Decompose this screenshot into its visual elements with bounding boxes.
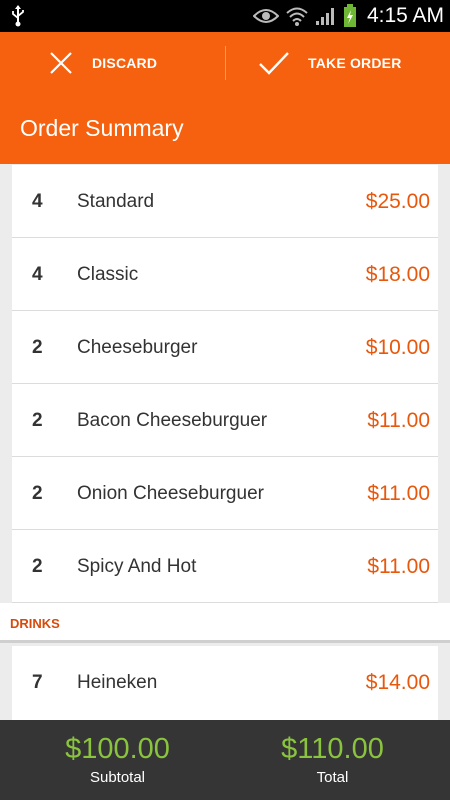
status-bar: 4:15 AM [0,0,450,32]
order-items-list: 4 Standard $25.00 4 Classic $18.00 2 Che… [12,165,438,603]
item-price: $14.00 [365,671,430,694]
total-label: Total [316,769,349,786]
item-price: $11.00 [367,409,430,432]
subtotal-block: $100.00 Subtotal [5,720,230,786]
item-price: $25.00 [365,190,430,213]
section-header-drinks: DRINKS [0,603,450,643]
checkmark-icon [259,52,289,75]
take-order-label: TAKE ORDER [308,55,402,71]
total-amount: $110.00 [281,733,384,765]
discard-button[interactable]: DISCARD [48,32,157,94]
list-item[interactable]: 2 Onion Cheeseburguer $11.00 [12,457,438,530]
eye-icon [252,9,279,23]
status-time: 4:15 AM [366,4,444,27]
item-name: Spicy And Hot [77,556,197,577]
section-header-label: DRINKS [10,616,60,631]
action-divider [225,46,226,80]
item-price: $11.00 [367,482,430,505]
item-quantity: 7 [32,672,43,693]
list-item[interactable]: 2 Bacon Cheeseburguer $11.00 [12,384,438,457]
item-name: Onion Cheeseburguer [77,483,264,504]
item-quantity: 2 [32,337,43,358]
page-title: Order Summary [20,115,184,141]
total-block: $110.00 Total [220,720,445,786]
close-icon [50,52,72,74]
list-item[interactable]: 4 Standard $25.00 [12,165,438,238]
list-item[interactable]: 7 Heineken $14.00 [12,646,438,719]
discard-label: DISCARD [92,55,158,71]
subtotal-label: Subtotal [89,769,146,786]
item-name: Heineken [77,672,158,693]
totals-bar: $100.00 Subtotal $110.00 Total [0,720,450,800]
drinks-list: 7 Heineken $14.00 [12,646,438,720]
list-item[interactable]: 4 Classic $18.00 [12,238,438,311]
item-name: Classic [77,264,139,285]
item-quantity: 2 [32,483,43,504]
item-price: $10.00 [365,336,430,359]
usb-icon [12,5,24,27]
item-price: $18.00 [365,263,430,286]
take-order-button[interactable]: TAKE ORDER [258,32,402,94]
list-item[interactable]: 2 Spicy And Hot $11.00 [12,530,438,603]
item-name: Bacon Cheeseburguer [77,410,268,431]
signal-icon [315,8,334,25]
item-price: $11.00 [367,555,430,578]
item-quantity: 4 [32,191,43,212]
item-name: Cheeseburger [77,337,198,358]
action-bar: DISCARD TAKE ORDER Order Summary [0,32,450,164]
item-quantity: 2 [32,556,43,577]
subtotal-amount: $100.00 [65,733,170,765]
item-quantity: 4 [32,264,43,285]
list-item[interactable]: 2 Cheeseburger $10.00 [12,311,438,384]
item-name: Standard [77,191,155,212]
wifi-icon [286,7,308,26]
item-quantity: 2 [32,410,43,431]
battery-charging-icon [343,4,356,27]
